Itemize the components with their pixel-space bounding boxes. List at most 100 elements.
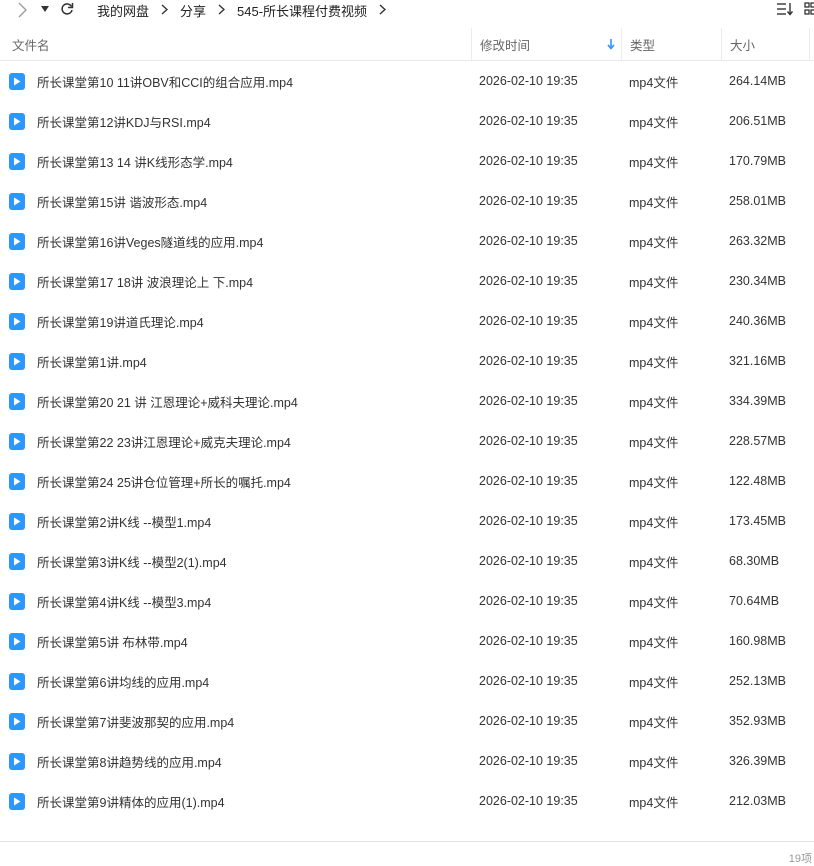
file-name[interactable]: 所长课堂第24 25讲仓位管理+所长的嘱托.mp4 — [37, 461, 291, 501]
file-icon-cell — [9, 301, 25, 341]
file-size: 170.79MB — [729, 154, 786, 168]
table-row[interactable]: 所长课堂第22 23讲江恩理论+威克夫理论.mp4 2026-02-10 19:3… — [0, 421, 814, 461]
file-list: 所长课堂第10 11讲OBV和CCI的组合应用.mp4 2026-02-10 19… — [0, 61, 814, 821]
video-file-icon — [9, 392, 25, 410]
column-header-type[interactable]: 类型 — [621, 28, 721, 60]
item-count: 19项 — [788, 853, 812, 865]
file-type: mp4文件 — [629, 595, 679, 610]
forward-button[interactable] — [14, 1, 30, 19]
table-row[interactable]: 所长课堂第10 11讲OBV和CCI的组合应用.mp4 2026-02-10 19… — [0, 61, 814, 101]
file-modified: 2026-02-10 19:35 — [479, 274, 578, 288]
table-row[interactable]: 所长课堂第17 18讲 波浪理论上 下.mp4 2026-02-10 19:35 m… — [0, 261, 814, 301]
breadcrumb-item-current-folder[interactable]: 545-所长课程付费视频 — [237, 1, 367, 20]
file-name[interactable]: 所长课堂第20 21 讲 江恩理论+威科夫理论.mp4 — [37, 381, 298, 421]
video-file-icon — [9, 552, 25, 570]
video-file-icon — [9, 752, 25, 770]
file-modified: 2026-02-10 19:35 — [479, 154, 578, 168]
history-dropdown-button[interactable] — [40, 4, 50, 14]
video-file-icon — [9, 672, 25, 690]
file-type: mp4文件 — [629, 115, 679, 130]
file-type: mp4文件 — [629, 355, 679, 370]
view-switcher — [776, 1, 814, 17]
file-icon-cell — [9, 541, 25, 581]
table-row[interactable]: 所长课堂第12讲KDJ与RSI.mp4 2026-02-10 19:35 mp4文件… — [0, 101, 814, 141]
table-row[interactable]: 所长课堂第6讲均线的应用.mp4 2026-02-10 19:35 mp4文件 252… — [0, 661, 814, 701]
table-row[interactable]: 所长课堂第15讲 谐波形态.mp4 2026-02-10 19:35 mp4文件 25… — [0, 181, 814, 221]
column-header-size[interactable]: 大小 — [721, 28, 810, 60]
file-size: 212.03MB — [729, 794, 786, 808]
table-row[interactable]: 所长课堂第7讲斐波那契的应用.mp4 2026-02-10 19:35 mp4文件 3… — [0, 701, 814, 741]
file-size: 68.30MB — [729, 554, 780, 568]
file-name[interactable]: 所长课堂第17 18讲 波浪理论上 下.mp4 — [37, 261, 253, 301]
file-modified: 2026-02-10 19:35 — [479, 354, 578, 368]
chevron-right-icon[interactable] — [379, 3, 387, 18]
file-type: mp4文件 — [629, 75, 679, 90]
video-file-icon — [9, 712, 25, 730]
file-name[interactable]: 所长课堂第7讲斐波那契的应用.mp4 — [37, 701, 234, 741]
file-name[interactable]: 所长课堂第15讲 谐波形态.mp4 — [37, 181, 207, 221]
caret-down-icon — [41, 6, 49, 12]
table-row[interactable]: 所长课堂第8讲趋势线的应用.mp4 2026-02-10 19:35 mp4文件 32… — [0, 741, 814, 781]
file-name[interactable]: 所长课堂第10 11讲OBV和CCI的组合应用.mp4 — [37, 61, 293, 101]
file-name[interactable]: 所长课堂第19讲道氏理论.mp4 — [37, 301, 204, 341]
file-modified: 2026-02-10 19:35 — [479, 674, 578, 688]
video-file-icon — [9, 792, 25, 810]
breadcrumb-item-share[interactable]: 分享 — [180, 1, 206, 20]
chevron-right-icon — [218, 3, 226, 18]
column-header-name[interactable]: 文件名 — [12, 28, 50, 60]
column-header-modified[interactable]: 修改时间 — [471, 28, 621, 60]
file-size: 334.39MB — [729, 394, 786, 408]
list-view-icon[interactable] — [776, 1, 794, 17]
file-type: mp4文件 — [629, 555, 679, 570]
table-row[interactable]: 所长课堂第5讲 布林带.mp4 2026-02-10 19:35 mp4文件 160.… — [0, 621, 814, 661]
video-file-icon — [9, 152, 25, 170]
file-name[interactable]: 所长课堂第6讲均线的应用.mp4 — [37, 661, 209, 701]
table-row[interactable]: 所长课堂第13 14 讲K线形态学.mp4 2026-02-10 19:35 mp4… — [0, 141, 814, 181]
file-name[interactable]: 所长课堂第4讲K线 --模型3.mp4 — [37, 581, 211, 621]
file-size: 264.14MB — [729, 74, 786, 88]
file-size: 263.32MB — [729, 234, 786, 248]
grid-view-icon[interactable] — [804, 1, 814, 17]
file-name[interactable]: 所长课堂第12讲KDJ与RSI.mp4 — [37, 101, 211, 141]
file-name[interactable]: 所长课堂第16讲Veges隧道线的应用.mp4 — [37, 221, 263, 261]
table-row[interactable]: 所长课堂第3讲K线 --模型2(1).mp4 2026-02-10 19:35 mp… — [0, 541, 814, 581]
file-icon-cell — [9, 221, 25, 261]
file-name[interactable]: 所长课堂第8讲趋势线的应用.mp4 — [37, 741, 222, 781]
file-modified: 2026-02-10 19:35 — [479, 314, 578, 328]
file-modified: 2026-02-10 19:35 — [479, 554, 578, 568]
file-type: mp4文件 — [629, 515, 679, 530]
file-icon-cell — [9, 501, 25, 541]
table-row[interactable]: 所长课堂第1讲.mp4 2026-02-10 19:35 mp4文件 321.16MB — [0, 341, 814, 381]
file-type: mp4文件 — [629, 675, 679, 690]
file-modified: 2026-02-10 19:35 — [479, 794, 578, 808]
video-file-icon — [9, 312, 25, 330]
file-size: 173.45MB — [729, 514, 786, 528]
file-type: mp4文件 — [629, 395, 679, 410]
file-name[interactable]: 所长课堂第5讲 布林带.mp4 — [37, 621, 188, 661]
file-name[interactable]: 所长课堂第3讲K线 --模型2(1).mp4 — [37, 541, 227, 581]
table-row[interactable]: 所长课堂第20 21 讲 江恩理论+威科夫理论.mp4 2026-02-10 19… — [0, 381, 814, 421]
table-row[interactable]: 所长课堂第9讲精体的应用(1).mp4 2026-02-10 19:35 mp4文件… — [0, 781, 814, 821]
file-name[interactable]: 所长课堂第22 23讲江恩理论+威克夫理论.mp4 — [37, 421, 291, 461]
table-header: 文件名 修改时间 类型 大小 — [0, 28, 814, 61]
refresh-button[interactable] — [59, 1, 75, 17]
file-icon-cell — [9, 341, 25, 381]
file-modified: 2026-02-10 19:35 — [479, 514, 578, 528]
file-type: mp4文件 — [629, 235, 679, 250]
file-table: 文件名 修改时间 类型 大小 所长课堂第10 11讲OBV和CCI的组合应用.m… — [0, 28, 814, 821]
table-row[interactable]: 所长课堂第4讲K线 --模型3.mp4 2026-02-10 19:35 mp4文件… — [0, 581, 814, 621]
file-name[interactable]: 所长课堂第9讲精体的应用(1).mp4 — [37, 781, 225, 821]
file-size: 326.39MB — [729, 754, 786, 768]
table-row[interactable]: 所长课堂第19讲道氏理论.mp4 2026-02-10 19:35 mp4文件 240… — [0, 301, 814, 341]
file-name[interactable]: 所长课堂第13 14 讲K线形态学.mp4 — [37, 141, 233, 181]
file-type: mp4文件 — [629, 155, 679, 170]
file-name[interactable]: 所长课堂第2讲K线 --模型1.mp4 — [37, 501, 211, 541]
table-row[interactable]: 所长课堂第2讲K线 --模型1.mp4 2026-02-10 19:35 mp4文件… — [0, 501, 814, 541]
table-row[interactable]: 所长课堂第16讲Veges隧道线的应用.mp4 2026-02-10 19:35 m… — [0, 221, 814, 261]
table-row[interactable]: 所长课堂第24 25讲仓位管理+所长的嘱托.mp4 2026-02-10 19:3… — [0, 461, 814, 501]
file-size: 70.64MB — [729, 594, 780, 608]
file-name[interactable]: 所长课堂第1讲.mp4 — [37, 341, 147, 381]
file-type: mp4文件 — [629, 795, 679, 810]
breadcrumb-item-my-drive[interactable]: 我的网盘 — [97, 1, 149, 20]
file-modified: 2026-02-10 19:35 — [479, 434, 578, 448]
